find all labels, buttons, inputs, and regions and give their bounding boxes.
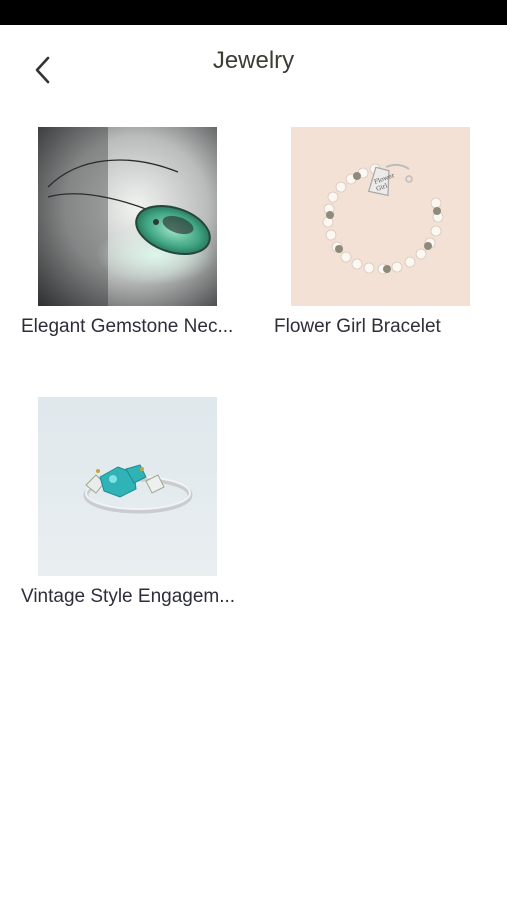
product-name: Flower Girl Bracelet bbox=[274, 316, 441, 337]
page-title: Jewelry bbox=[212, 47, 295, 74]
product-image-necklace bbox=[38, 127, 217, 306]
product-card[interactable]: Vintage Style Engagem... bbox=[21, 397, 241, 608]
product-card[interactable]: Elegant Gemstone Nec... bbox=[21, 127, 241, 338]
product-card[interactable]: Flower Girl Flower Girl Bracelet bbox=[274, 127, 494, 338]
status-bar bbox=[0, 0, 507, 25]
product-image-ring bbox=[38, 397, 217, 576]
product-name: Elegant Gemstone Nec... bbox=[21, 316, 234, 337]
product-image-bracelet: Flower Girl bbox=[291, 127, 470, 306]
header: Jewelry bbox=[0, 25, 507, 105]
product-name: Vintage Style Engagem... bbox=[21, 586, 236, 607]
